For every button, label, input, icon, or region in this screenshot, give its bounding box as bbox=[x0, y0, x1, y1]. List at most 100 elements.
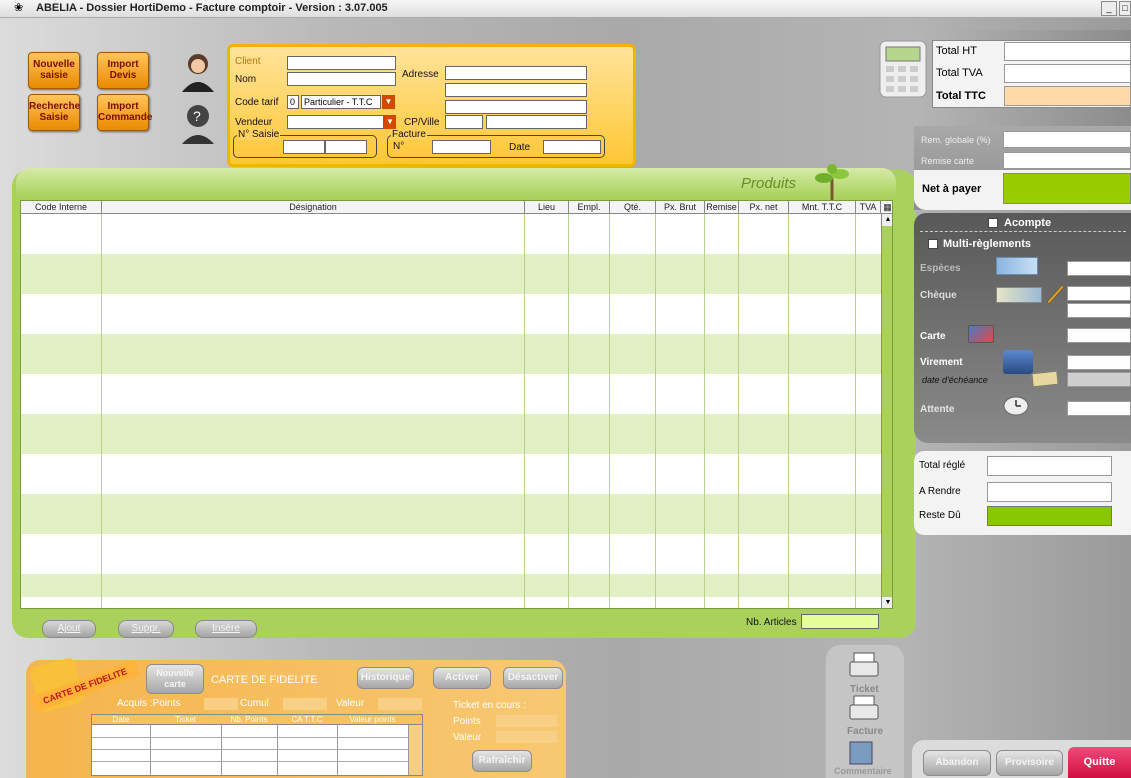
credit-card-icon[interactable] bbox=[968, 325, 994, 343]
multi-reglements-checkbox[interactable] bbox=[928, 239, 938, 249]
col-mnt-ttc[interactable]: Mnt. T.T.C bbox=[789, 201, 856, 214]
attente-field[interactable] bbox=[1067, 401, 1131, 416]
total-regle-field bbox=[987, 456, 1112, 476]
col-px-brut[interactable]: Px. Brut bbox=[656, 201, 705, 214]
quitte-button[interactable]: Quitte bbox=[1068, 747, 1131, 778]
adresse-field-3[interactable] bbox=[445, 100, 587, 114]
col-px-net[interactable]: Px. net bbox=[739, 201, 789, 214]
fcol-date[interactable]: Date bbox=[92, 715, 150, 725]
a-rendre-label: A Rendre bbox=[919, 486, 961, 497]
desactiver-button[interactable]: Désactiver bbox=[503, 667, 563, 689]
code-tarif-code[interactable]: 0 bbox=[287, 95, 299, 109]
facture-printer-icon[interactable] bbox=[848, 694, 880, 724]
fcol-valeur-points[interactable]: Valeur points bbox=[337, 715, 408, 725]
nom-field[interactable] bbox=[287, 72, 396, 86]
client-avatar-icon[interactable] bbox=[178, 50, 218, 92]
table-row[interactable] bbox=[21, 214, 881, 254]
col-code-interne[interactable]: Code Interne bbox=[21, 201, 102, 214]
nsaisie-field-1[interactable] bbox=[283, 140, 325, 154]
adresse-field-2[interactable] bbox=[445, 83, 587, 97]
import-commande-button[interactable]: Import Commande bbox=[97, 94, 152, 131]
bank-transfer-icon[interactable] bbox=[1003, 350, 1033, 374]
col-empl[interactable]: Empl. bbox=[569, 201, 610, 214]
table-row[interactable] bbox=[21, 494, 881, 534]
ticket-printer-icon[interactable] bbox=[848, 651, 880, 681]
historique-button[interactable]: Historique bbox=[357, 667, 414, 689]
col-qte[interactable]: Qté. bbox=[610, 201, 656, 214]
grid-scrollbar[interactable]: ▲ ▼ bbox=[881, 214, 892, 608]
facture-n-label: N° bbox=[393, 141, 405, 152]
scroll-up-icon[interactable]: ▲ bbox=[882, 214, 892, 226]
nb-articles-label: Nb. Articles bbox=[746, 617, 797, 628]
nouvelle-carte-button[interactable]: Nouvelle carte bbox=[146, 664, 204, 694]
cheque-field-2[interactable] bbox=[1067, 303, 1131, 318]
produits-grid[interactable]: Code Interne Désignation Lieu Empl. Qté.… bbox=[20, 200, 893, 609]
banknotes-icon[interactable] bbox=[996, 257, 1038, 275]
vendeur-dropdown-icon[interactable]: ▼ bbox=[384, 115, 396, 129]
client-panel: Client Nom Adresse Code tarif 0 Particul… bbox=[227, 44, 636, 167]
table-row[interactable] bbox=[21, 414, 881, 454]
table-row[interactable] bbox=[21, 534, 881, 574]
recherche-saisie-button[interactable]: Recherche Saisie bbox=[28, 94, 80, 131]
ajout-button[interactable]: Ajout bbox=[42, 620, 96, 638]
fcol-ca-ttc[interactable]: CA T.T.C bbox=[277, 715, 337, 725]
cp-field[interactable] bbox=[445, 115, 483, 129]
client-field[interactable] bbox=[287, 56, 396, 70]
table-row[interactable] bbox=[21, 334, 881, 374]
date-echeance-field[interactable] bbox=[1067, 372, 1131, 387]
facture-print-label[interactable]: Facture bbox=[847, 726, 883, 737]
commentaire-label[interactable]: Commentaire bbox=[834, 766, 892, 776]
provisoire-button[interactable]: Provisoire bbox=[996, 750, 1063, 776]
import-devis-button[interactable]: Import Devis bbox=[97, 52, 149, 89]
cheque-icon[interactable] bbox=[996, 287, 1042, 303]
clock-icon[interactable] bbox=[1002, 395, 1030, 417]
code-tarif-select[interactable]: Particulier - T.T.C bbox=[301, 95, 381, 109]
total-ht-label: Total HT bbox=[936, 45, 977, 57]
minimize-icon[interactable]: _ bbox=[1101, 1, 1117, 16]
table-row[interactable] bbox=[21, 254, 881, 294]
fcol-nb-points[interactable]: Nb. Points bbox=[221, 715, 277, 725]
suppr-button[interactable]: Suppr. bbox=[118, 620, 174, 638]
virement-field[interactable] bbox=[1067, 355, 1131, 370]
commentaire-icon[interactable] bbox=[848, 740, 874, 766]
grid-settings-icon[interactable]: ▦ bbox=[881, 201, 892, 214]
table-row[interactable] bbox=[21, 574, 881, 597]
fidelite-scrollbar[interactable] bbox=[408, 725, 422, 775]
acompte-checkbox[interactable] bbox=[988, 218, 998, 228]
vendeur-avatar-icon[interactable]: ? bbox=[178, 102, 218, 144]
table-row[interactable] bbox=[21, 294, 881, 334]
nsaisie-field-2[interactable] bbox=[325, 140, 367, 154]
fcol-ticket[interactable]: Ticket bbox=[150, 715, 221, 725]
maximize-icon[interactable]: □ bbox=[1119, 1, 1131, 16]
scroll-down-icon[interactable]: ▼ bbox=[882, 597, 892, 608]
activer-button[interactable]: Activer bbox=[433, 667, 491, 689]
ville-field[interactable] bbox=[486, 115, 587, 129]
abandon-button[interactable]: Abandon bbox=[923, 750, 991, 776]
carte-field[interactable] bbox=[1067, 328, 1131, 343]
col-lieu[interactable]: Lieu bbox=[525, 201, 569, 214]
cumul-field bbox=[283, 698, 327, 710]
col-designation[interactable]: Désignation bbox=[102, 201, 525, 214]
insere-button[interactable]: Insère bbox=[195, 620, 257, 638]
fidelite-grid[interactable]: Date Ticket Nb. Points CA T.T.C Valeur p… bbox=[91, 714, 423, 776]
pen-icon[interactable] bbox=[1044, 282, 1066, 304]
a-rendre-field bbox=[987, 482, 1112, 502]
vendeur-select[interactable] bbox=[287, 115, 384, 129]
rafraichir-button[interactable]: Rafraîchir bbox=[472, 750, 532, 772]
table-row[interactable] bbox=[21, 454, 881, 494]
col-remise[interactable]: Remise bbox=[705, 201, 739, 214]
col-tva[interactable]: TVA bbox=[856, 201, 881, 214]
nouvelle-saisie-button[interactable]: Nouvelle saisie bbox=[28, 52, 80, 89]
table-row[interactable] bbox=[21, 374, 881, 414]
code-tarif-dropdown-icon[interactable]: ▼ bbox=[382, 95, 395, 109]
col-divider bbox=[738, 214, 739, 608]
adresse-field-1[interactable] bbox=[445, 66, 587, 80]
date-field[interactable] bbox=[543, 140, 601, 154]
cheque-field-1[interactable] bbox=[1067, 286, 1131, 301]
especes-field[interactable] bbox=[1067, 261, 1131, 276]
facture-n-field[interactable] bbox=[432, 140, 491, 154]
calendar-icon[interactable] bbox=[1031, 370, 1059, 388]
rem-globale-field[interactable] bbox=[1003, 131, 1131, 148]
plant-icon bbox=[815, 164, 849, 200]
frow-line bbox=[92, 737, 408, 738]
